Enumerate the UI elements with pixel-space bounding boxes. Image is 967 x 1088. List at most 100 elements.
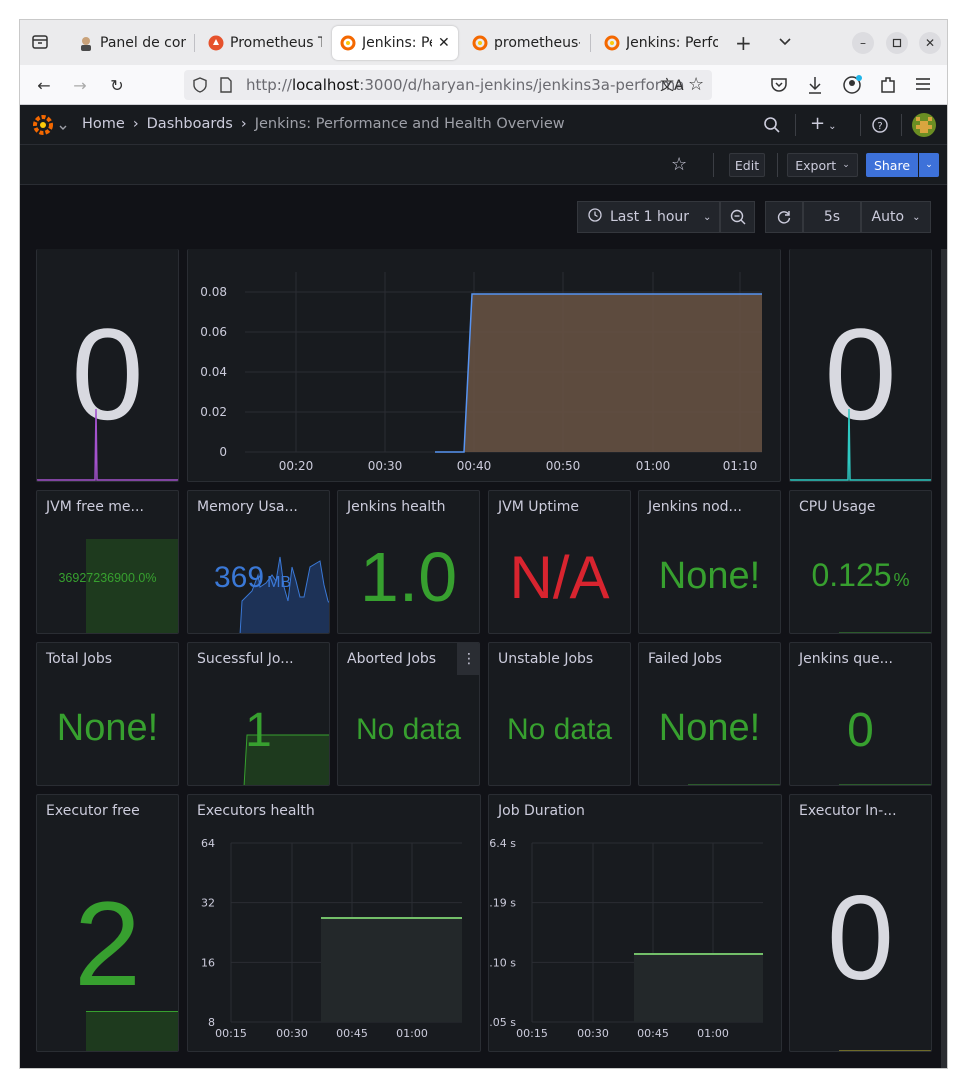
page-scrollbar[interactable] xyxy=(941,249,947,1068)
panel-aborted-jobs[interactable]: Aborted Jobs ⋮ No data xyxy=(337,642,480,786)
browser-tab[interactable]: Jenkins: Perfo xyxy=(596,26,726,60)
breadcrumb-dashboards[interactable]: Dashboards xyxy=(147,116,233,132)
menu-icon[interactable] xyxy=(915,76,931,96)
breadcrumb: Home › Dashboards › Jenkins: Performance… xyxy=(82,116,565,132)
panel-jvm-free[interactable]: JVM free me... 36927236900.0% xyxy=(36,490,179,634)
account-icon[interactable] xyxy=(842,74,864,100)
browser-tab[interactable]: Prometheus T xyxy=(200,26,330,60)
panel-title: JVM free me... xyxy=(46,499,144,515)
stat-value: 36927236900.0% xyxy=(58,571,157,585)
panel-jvm-uptime[interactable]: JVM Uptime N/A xyxy=(488,490,631,634)
y-tick-label: 64 xyxy=(201,837,215,850)
x-tick-label: 00:30 xyxy=(276,1027,308,1040)
avatar[interactable] xyxy=(912,113,936,137)
grafana-logo-icon[interactable] xyxy=(32,114,54,140)
sparkline xyxy=(688,784,780,785)
breadcrumb-home[interactable]: Home xyxy=(82,116,125,132)
stat-value: N/A xyxy=(509,544,610,611)
timeseries-chart: 16.4 s 8.19 s 4.10 s 2.05 s00:15 00:30 00:45 0… xyxy=(489,837,763,1040)
x-tick-label: 01:00 xyxy=(636,459,671,473)
menu-chevron-icon[interactable] xyxy=(58,118,68,137)
favorite-star-icon[interactable]: ☆ xyxy=(671,154,687,175)
bookmark-star-icon[interactable]: ☆ xyxy=(688,74,704,95)
forward-icon[interactable]: → xyxy=(68,73,92,97)
grafana-topnav: Home › Dashboards › Jenkins: Performance… xyxy=(20,105,947,145)
stat-value: 2 xyxy=(74,877,141,1011)
panel-title: CPU Usage xyxy=(799,499,876,515)
refresh-button[interactable] xyxy=(765,201,803,233)
url-field[interactable]: http://localhost:3000/d/haryan-jenkins/j… xyxy=(184,70,712,100)
y-tick-label: 0.08 xyxy=(200,285,227,299)
panel-jenkins-queue[interactable]: Jenkins que... 0 xyxy=(789,642,932,786)
grafana-icon xyxy=(604,35,620,51)
chevron-down-icon: ⌄ xyxy=(703,211,712,223)
stat-value: 0.125% xyxy=(811,557,910,593)
maximize-icon[interactable] xyxy=(886,32,908,54)
y-tick-label: 4.10 s xyxy=(489,956,516,969)
edit-button[interactable]: Edit xyxy=(729,153,765,177)
x-tick-label: 01:00 xyxy=(396,1027,428,1040)
refresh-interval[interactable]: 5s xyxy=(803,201,861,233)
page-info-icon[interactable] xyxy=(219,77,233,97)
panel-left-top[interactable]: 0 xyxy=(36,249,179,482)
reload-icon[interactable]: ↻ xyxy=(105,73,129,97)
panel-jenkins-nodes[interactable]: Jenkins nod... None! xyxy=(638,490,781,634)
close-window-icon[interactable]: ✕ xyxy=(919,32,941,54)
panel-right-top[interactable]: 0 xyxy=(789,249,932,482)
y-tick-label: 16.4 s xyxy=(489,837,516,850)
panel-executor-free[interactable]: Executor free 2 xyxy=(36,794,179,1052)
panel-jenkins-health[interactable]: Jenkins health 1.0 xyxy=(337,490,480,634)
pocket-icon[interactable] xyxy=(770,76,788,98)
panel-unstable-jobs[interactable]: Unstable Jobs No data xyxy=(488,642,631,786)
close-tab-icon[interactable]: ✕ xyxy=(438,35,450,51)
search-icon[interactable] xyxy=(763,116,781,138)
tab-bar: Panel de cont Prometheus T Jenkins: Pe ✕… xyxy=(20,20,947,65)
panel-title: Executor free xyxy=(46,803,140,819)
panel-main-chart[interactable]: 0.08 0.06 0.04 0.02 0 00:20 00:30 00:40 00:50 01:… xyxy=(187,249,781,482)
panel-job-duration[interactable]: Job Duration 16.4 s8.19 s4.10 s2.05 s00:… xyxy=(488,794,782,1052)
browser-tab[interactable]: Panel de cont xyxy=(70,26,194,60)
series-area xyxy=(321,918,462,1022)
time-range-picker[interactable]: Last 1 hour ⌄ xyxy=(577,201,720,233)
grafana-icon xyxy=(340,35,356,51)
back-icon[interactable]: ← xyxy=(32,73,56,97)
dashboard-toolbar: ☆ Edit Export ⌄ Share ⌄ xyxy=(20,145,947,185)
x-tick-label: 00:15 xyxy=(215,1027,247,1040)
panel-successful-jobs[interactable]: Sucessful Jo... 1 xyxy=(187,642,330,786)
panel-memory-usage[interactable]: Memory Usa... 369 MB xyxy=(187,490,330,634)
panel-menu-icon[interactable]: ⋮ xyxy=(457,643,479,675)
minimize-icon[interactable]: – xyxy=(852,32,874,54)
zoom-out-button[interactable] xyxy=(720,201,755,233)
add-menu-icon[interactable]: + ⌄ xyxy=(810,113,836,134)
export-button[interactable]: Export ⌄ xyxy=(787,153,858,177)
help-icon[interactable]: ? xyxy=(871,116,889,138)
panel-cpu-usage[interactable]: CPU Usage 0.125% xyxy=(789,490,932,634)
share-menu-chevron[interactable]: ⌄ xyxy=(919,153,939,177)
extensions-icon[interactable] xyxy=(879,75,897,99)
panel-title: Jenkins que... xyxy=(799,651,893,667)
sparkline xyxy=(839,1050,931,1051)
tab-list-chevron-icon[interactable] xyxy=(777,33,793,53)
share-button[interactable]: Share xyxy=(866,153,918,177)
y-tick-label: 8.19 s xyxy=(489,897,516,910)
browser-tab-active[interactable]: Jenkins: Pe ✕ xyxy=(332,26,458,60)
panel-executors-health[interactable]: Executors health 64 32 16 8 00:15 00:30 00:45 0… xyxy=(187,794,481,1052)
stat-value: 1.0 xyxy=(359,538,458,616)
translate-icon[interactable]: 文A xyxy=(660,75,684,95)
y-tick-label: 0.02 xyxy=(200,405,227,419)
panel-failed-jobs[interactable]: Failed Jobs None! xyxy=(638,642,781,786)
browser-tab[interactable]: prometheus- xyxy=(464,26,588,60)
shield-icon[interactable] xyxy=(192,77,208,97)
sparkline xyxy=(37,408,178,481)
stat-value: 1 xyxy=(245,704,272,757)
tab-overview-icon[interactable] xyxy=(30,32,50,52)
downloads-icon[interactable] xyxy=(806,75,824,99)
stat-value: None! xyxy=(56,707,159,749)
panel-executor-in-use[interactable]: Executor In-... 0 xyxy=(789,794,932,1052)
panel-title: JVM Uptime xyxy=(498,499,579,515)
clock-icon xyxy=(588,208,602,226)
navigation-bar: ← → ↻ http://localhost:3000/d/haryan-jen… xyxy=(20,65,947,105)
panel-total-jobs[interactable]: Total Jobs None! xyxy=(36,642,179,786)
auto-refresh-picker[interactable]: Auto ⌄ xyxy=(861,201,931,233)
new-tab-icon[interactable]: + xyxy=(735,31,752,55)
